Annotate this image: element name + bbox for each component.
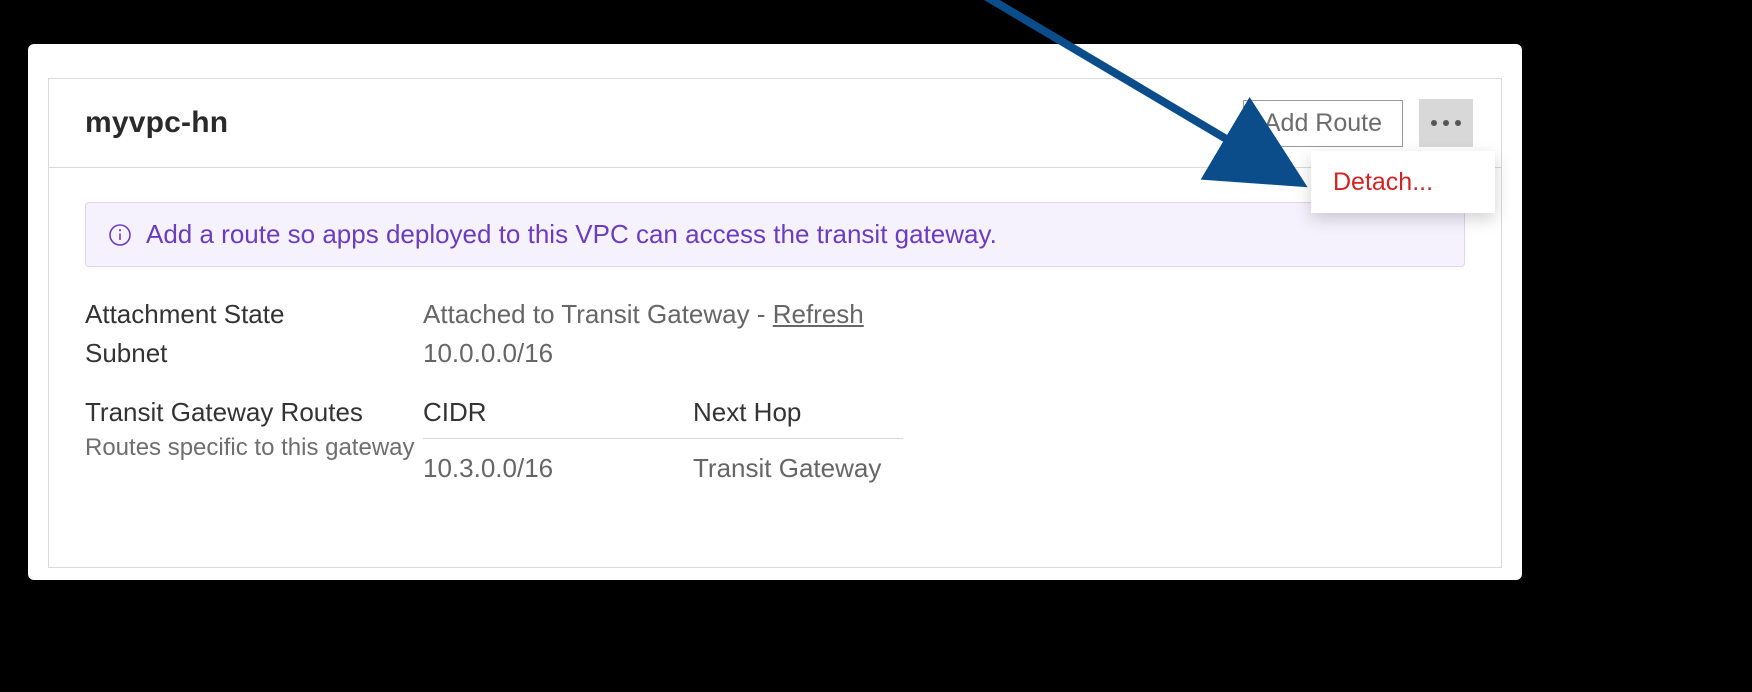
routes-section: Transit Gateway Routes Routes specific t…	[85, 397, 1465, 484]
col-header-cidr: CIDR	[423, 397, 693, 428]
more-actions-menu: Detach...	[1311, 151, 1495, 213]
more-actions-button[interactable]	[1419, 99, 1473, 147]
routes-table: CIDR Next Hop 10.3.0.0/16 Transit Gatewa…	[423, 397, 903, 484]
attachment-state-text: Attached to Transit Gateway -	[423, 299, 773, 329]
routes-section-sublabel: Routes specific to this gateway	[85, 432, 423, 464]
alert-text: Add a route so apps deployed to this VPC…	[146, 219, 997, 250]
header-actions: Add Route	[1243, 99, 1473, 147]
info-icon	[108, 223, 132, 247]
col-header-next-hop: Next Hop	[693, 397, 903, 428]
routes-table-head: CIDR Next Hop	[423, 397, 903, 439]
subnet-value: 10.0.0.0/16	[423, 338, 553, 369]
details-block: Attachment State Attached to Transit Gat…	[85, 295, 1465, 373]
panel-body: Add a route so apps deployed to this VPC…	[49, 168, 1501, 494]
cell-next-hop: Transit Gateway	[693, 453, 903, 484]
subnet-label: Subnet	[85, 338, 423, 369]
attachment-state-value: Attached to Transit Gateway - Refresh	[423, 299, 864, 330]
attachment-state-label: Attachment State	[85, 299, 423, 330]
ellipsis-icon	[1431, 120, 1461, 126]
vpc-panel: myvpc-hn Add Route Detach...	[48, 78, 1502, 568]
info-alert: Add a route so apps deployed to this VPC…	[85, 202, 1465, 267]
routes-section-label: Transit Gateway Routes	[85, 397, 423, 428]
cell-cidr: 10.3.0.0/16	[423, 453, 693, 484]
detach-menu-item[interactable]: Detach...	[1333, 168, 1433, 197]
panel-header: myvpc-hn Add Route	[49, 79, 1501, 168]
add-route-button[interactable]: Add Route	[1243, 100, 1403, 147]
panel-title: myvpc-hn	[85, 106, 228, 140]
refresh-link[interactable]: Refresh	[773, 299, 864, 329]
table-row: 10.3.0.0/16 Transit Gateway	[423, 439, 903, 484]
